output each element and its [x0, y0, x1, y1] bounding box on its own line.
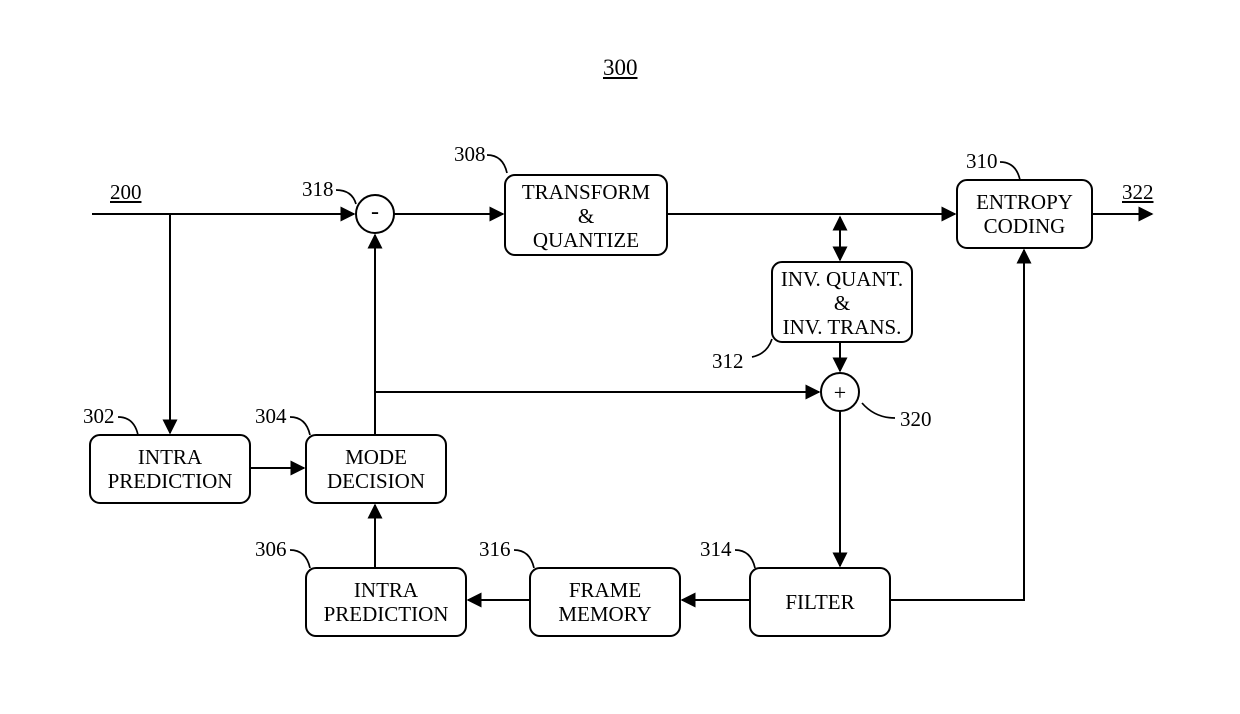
label-frame-memory: FRAME MEMORY	[530, 578, 680, 626]
leader-302	[118, 417, 138, 435]
ref-input: 200	[110, 180, 142, 205]
label-filter: FILTER	[750, 590, 890, 614]
leader-310	[1000, 162, 1020, 180]
leader-306	[290, 550, 310, 568]
leader-316	[514, 550, 534, 568]
sign-subtract: -	[360, 199, 390, 227]
leader-312	[752, 339, 772, 357]
ref-302: 302	[83, 404, 115, 429]
label-mode-decision: MODE DECISION	[306, 445, 446, 493]
label-intra-prediction-1: INTRA PREDICTION	[90, 445, 250, 493]
leader-320	[862, 403, 895, 418]
ref-306: 306	[255, 537, 287, 562]
ref-308: 308	[454, 142, 486, 167]
label-transform-quantize: TRANSFORM & QUANTIZE	[505, 180, 667, 252]
label-entropy-coding: ENTROPY CODING	[957, 190, 1092, 238]
ref-304: 304	[255, 404, 287, 429]
leader-314	[735, 550, 755, 568]
sign-add: +	[825, 380, 855, 405]
label-intra-prediction-2: INTRA PREDICTION	[306, 578, 466, 626]
ref-316: 316	[479, 537, 511, 562]
leader-304	[290, 417, 310, 435]
ref-314: 314	[700, 537, 732, 562]
ref-310: 310	[966, 149, 998, 174]
figure-number: 300	[603, 55, 638, 81]
ref-320: 320	[900, 407, 932, 432]
ref-output: 322	[1122, 180, 1154, 205]
ref-318: 318	[302, 177, 334, 202]
leader-308	[487, 155, 507, 173]
ref-312: 312	[712, 349, 744, 374]
leader-318	[336, 190, 356, 204]
label-inv-quant-trans: INV. QUANT. & INV. TRANS.	[772, 267, 912, 339]
